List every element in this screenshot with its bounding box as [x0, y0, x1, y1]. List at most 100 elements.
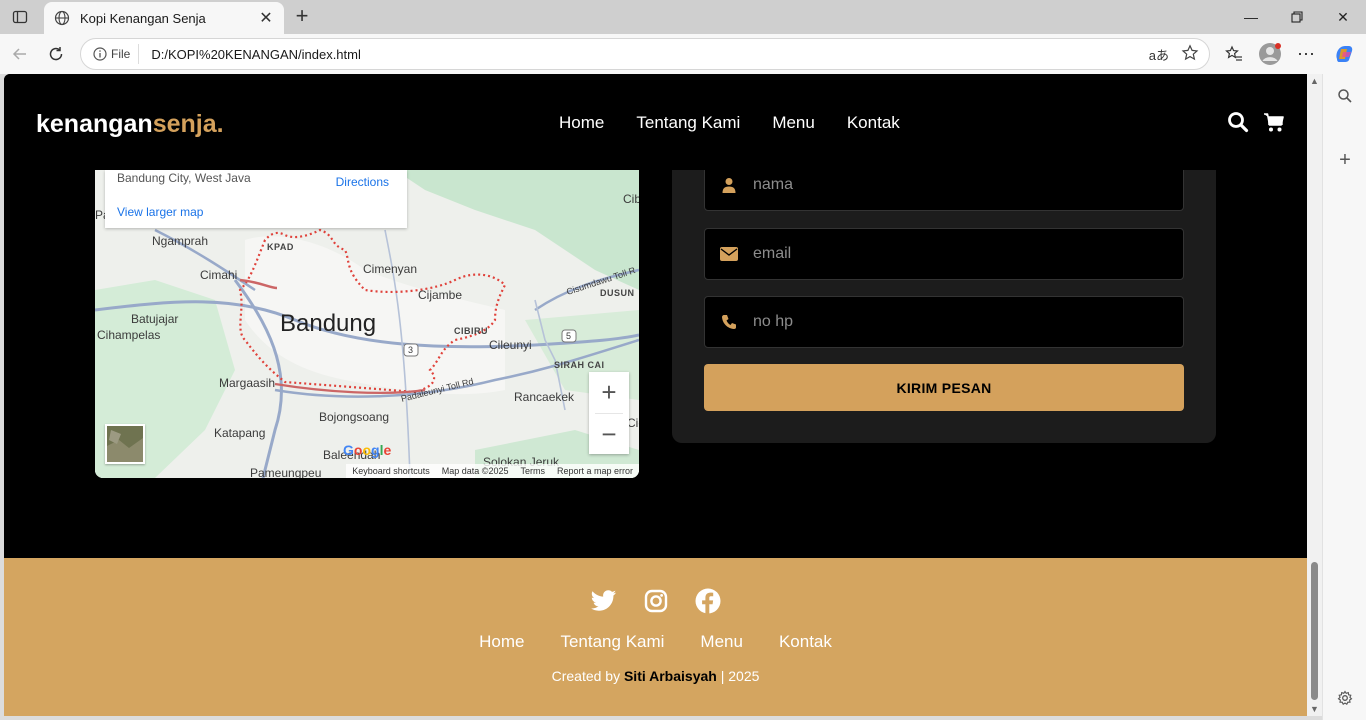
shopping-cart-icon[interactable] [1263, 111, 1285, 138]
report-error-link[interactable]: Report a map error [557, 466, 633, 476]
page-scrollbar[interactable]: ▲ ▼ [1307, 74, 1322, 716]
browser-tab[interactable]: Kopi Kenangan Senja ✕ [44, 2, 284, 34]
file-label: File [111, 47, 131, 61]
map-zoom-control: + − [589, 372, 629, 454]
site-logo[interactable]: kenangansenja. [36, 110, 224, 139]
map-label: Katapang [214, 426, 266, 440]
route-marker: 5 [566, 331, 572, 341]
search-icon[interactable] [1333, 84, 1357, 108]
email-placeholder: email [753, 245, 792, 262]
zoom-in-button[interactable]: + [589, 372, 629, 413]
footer-link-kontak[interactable]: Kontak [779, 632, 832, 652]
footer-link-home[interactable]: Home [479, 632, 524, 652]
site-footer: Home Tentang Kami Menu Kontak Created by… [4, 558, 1307, 716]
edge-sidebar: + [1322, 74, 1366, 720]
address-bar[interactable]: File D:/KOPI%20KENANGAN/index.html aあ [80, 38, 1210, 70]
close-tab-icon[interactable]: ✕ [258, 8, 274, 28]
map-label: Pameungpeu [250, 466, 322, 478]
info-icon [93, 47, 107, 61]
profile-avatar[interactable] [1256, 40, 1284, 68]
more-menu-icon[interactable]: ⋯ [1292, 40, 1320, 68]
copilot-icon[interactable] [1330, 40, 1358, 68]
map-place-card: Bandung City, West Java Directions View … [105, 170, 407, 228]
facebook-icon[interactable] [695, 588, 721, 614]
map-label: Batujajar [131, 312, 179, 326]
map-label: Cihampelas [97, 328, 161, 342]
name-placeholder: nama [753, 176, 794, 193]
logo-main: kenangan [36, 110, 153, 138]
map-label: Ngamprah [152, 234, 209, 248]
scroll-up-icon[interactable]: ▲ [1310, 76, 1319, 86]
phone-icon [705, 314, 753, 330]
map-label-city: Bandung [280, 310, 377, 337]
footer-link-menu[interactable]: Menu [700, 632, 743, 652]
footer-link-tentang-kami[interactable]: Tentang Kami [560, 632, 664, 652]
submit-button[interactable]: KIRIM PESAN [704, 364, 1184, 411]
embedded-map[interactable]: KPAD Ngamprah Pa Cimahi Cimenyan Cijambe… [95, 170, 639, 478]
instagram-icon[interactable] [643, 588, 669, 614]
map-label: Cib [623, 192, 639, 206]
restore-icon[interactable] [1274, 4, 1320, 30]
scrollbar-thumb[interactable] [1311, 562, 1318, 700]
map-label: DUSUN [600, 288, 635, 298]
browser-tab-bar: Kopi Kenangan Senja ✕ + — ✕ [0, 0, 1366, 34]
browser-toolbar: File D:/KOPI%20KENANGAN/index.html aあ ⋯ [0, 34, 1366, 74]
terms-link[interactable]: Terms [520, 466, 545, 476]
map-label: KPAD [267, 242, 294, 252]
back-icon[interactable] [6, 40, 34, 68]
credit-suffix: | 2025 [720, 668, 760, 684]
add-sidebar-icon[interactable]: + [1333, 148, 1357, 172]
site-navbar: kenangansenja. Home Tentang Kami Menu Ko… [4, 74, 1307, 170]
map-label: Margaasih [219, 376, 276, 390]
footer-links: Home Tentang Kami Menu Kontak [4, 632, 1307, 652]
page-viewport: kenangansenja. Home Tentang Kami Menu Ko… [4, 74, 1307, 716]
view-larger-map-link[interactable]: View larger map [117, 205, 203, 219]
map-label: CIBIRU [454, 326, 488, 336]
site-info-button[interactable]: File [89, 44, 140, 64]
search-icon[interactable] [1227, 111, 1249, 138]
email-field[interactable]: email [704, 228, 1184, 280]
map-label: Cimahi [200, 268, 238, 282]
url-text[interactable]: D:/KOPI%20KENANGAN/index.html [151, 47, 1209, 62]
tab-actions-icon[interactable] [8, 6, 32, 28]
user-icon [705, 177, 753, 193]
keyboard-shortcuts-link[interactable]: Keyboard shortcuts [352, 466, 430, 476]
nav-tentang-kami[interactable]: Tentang Kami [636, 113, 740, 133]
map-attribution: Keyboard shortcuts Map data ©2025 Terms … [346, 464, 639, 478]
read-aloud-icon[interactable]: aあ [1149, 45, 1169, 64]
footer-credit: Created by Siti Arbaisyah | 2025 [4, 668, 1307, 684]
map-address: Bandung City, West Java [117, 171, 251, 185]
refresh-icon[interactable] [42, 40, 70, 68]
directions-link[interactable]: Directions [336, 175, 389, 189]
minimize-icon[interactable]: — [1228, 4, 1274, 30]
contact-form: nama email no hp KIRIM PESAN [672, 159, 1216, 443]
zoom-out-button[interactable]: − [589, 414, 629, 454]
new-tab-button[interactable]: + [290, 5, 314, 29]
nav-menu[interactable]: Menu [772, 113, 815, 133]
envelope-icon [705, 247, 753, 261]
social-links [4, 588, 1307, 614]
scroll-down-icon[interactable]: ▼ [1310, 704, 1319, 714]
tab-title: Kopi Kenangan Senja [80, 10, 206, 26]
nav-kontak[interactable]: Kontak [847, 113, 900, 133]
credit-name: Siti Arbaisyah [623, 668, 717, 684]
map-label: Cijambe [418, 288, 463, 302]
phone-placeholder: no hp [753, 313, 794, 330]
map-label: SIRAH CAI [554, 360, 605, 370]
satellite-toggle-thumbnail[interactable] [105, 424, 145, 464]
map-label: Bojongsoang [319, 410, 390, 424]
credit-prefix: Created by [551, 668, 621, 684]
map-label: Cimenyan [363, 262, 418, 276]
phone-field[interactable]: no hp [704, 296, 1184, 348]
favorites-icon[interactable] [1220, 40, 1248, 68]
nav-home[interactable]: Home [559, 113, 604, 133]
settings-icon[interactable] [1333, 686, 1357, 710]
globe-icon [54, 10, 70, 26]
map-label: Cileunyi [489, 338, 532, 352]
google-logo: Google [343, 442, 392, 458]
twitter-icon[interactable] [590, 588, 617, 614]
favorite-star-icon[interactable] [1181, 44, 1199, 67]
nav-icons [1227, 111, 1285, 138]
close-window-icon[interactable]: ✕ [1320, 4, 1366, 30]
map-label: Rancaekek [514, 390, 575, 404]
